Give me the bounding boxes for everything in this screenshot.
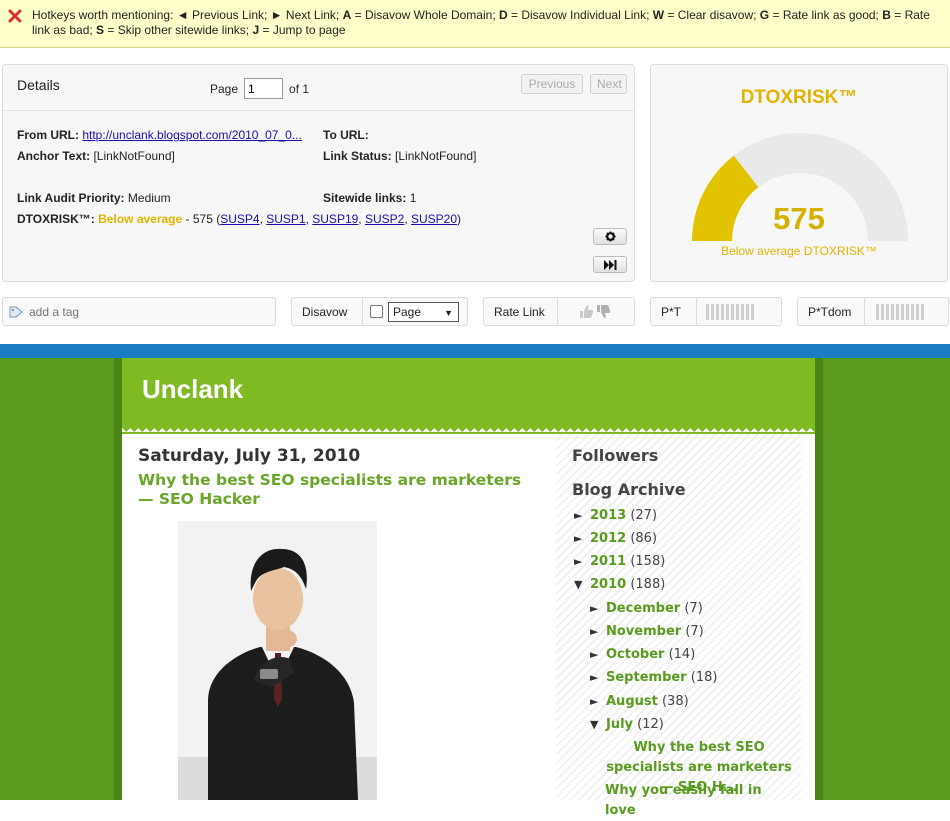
details-title: Details [17, 77, 60, 93]
archive-month[interactable]: ▼ July (12) [590, 717, 664, 732]
blog-sidebar: Followers Blog Archive ► 2013 (27) ► 2012 … [556, 434, 801, 818]
blog-title[interactable]: Unclank [142, 374, 243, 405]
susp-link[interactable]: SUSP20 [411, 212, 457, 226]
pager: Page of 1 [210, 78, 309, 99]
archive-month[interactable]: ► December (7) [590, 601, 703, 616]
ptdom-control: P*Tdom [797, 297, 949, 326]
thumbs-down-icon[interactable] [596, 304, 611, 319]
details-header: Details Page of 1 Previous Next [3, 65, 634, 111]
anchor-text-row: Anchor Text: [LinkNotFound] [17, 149, 175, 163]
previous-button[interactable]: Previous [521, 74, 583, 94]
next-button[interactable]: Next [590, 74, 627, 94]
archive-heading: Blog Archive [572, 480, 686, 499]
dtoxrisk-caption: Below average DTOXRISK™ [721, 244, 877, 258]
settings-button[interactable] [593, 228, 627, 245]
divider [696, 298, 697, 325]
dropdown-arrow-icon: ▼ [444, 308, 453, 318]
expand-arrow-icon[interactable]: ► [574, 509, 590, 522]
from-url-link[interactable]: http://unclank.blogspot.com/2010_07_0... [82, 128, 302, 142]
from-url-row: From URL: http://unclank.blogspot.com/20… [17, 128, 302, 142]
dtoxrisk-title: DTOXRISK™ [740, 87, 858, 108]
hotkeys-text: Hotkeys worth mentioning: ◄ Previous Lin… [32, 8, 930, 37]
dtoxrisk-value: 575 [773, 201, 825, 236]
expand-arrow-icon[interactable]: ► [590, 671, 606, 684]
collapse-arrow-icon[interactable]: ▼ [590, 718, 606, 731]
ptdom-meter [876, 304, 924, 320]
divider-bar [0, 344, 950, 358]
blog-shadow-left [114, 358, 122, 800]
gear-icon [604, 231, 616, 242]
dtox-row: DTOXRISK™: Below average - 575 (SUSP4, S… [17, 212, 462, 226]
thumbs-up-icon[interactable] [579, 304, 594, 319]
skip-to-end-button[interactable] [593, 256, 627, 273]
post-date: Saturday, July 31, 2010 [138, 446, 361, 466]
expand-arrow-icon[interactable]: ► [574, 532, 590, 545]
divider [864, 298, 865, 325]
pt-meter [706, 304, 754, 320]
hotkeys-bar: Hotkeys worth mentioning: ◄ Previous Lin… [0, 0, 950, 48]
disavow-scope-select[interactable]: Page ▼ [388, 302, 459, 322]
susp-link[interactable]: SUSP19 [312, 212, 358, 226]
blog-header: Unclank [122, 358, 815, 424]
archive-month[interactable]: ► October (14) [590, 647, 695, 662]
archive-year[interactable]: ► 2012 (86) [574, 531, 657, 546]
expand-arrow-icon[interactable]: ► [590, 625, 606, 638]
page-label: Page [210, 81, 239, 96]
header-border [122, 424, 815, 434]
susp-link[interactable]: SUSP2 [365, 212, 404, 226]
disavow-checkbox[interactable] [370, 305, 383, 318]
post-photo [178, 521, 377, 800]
susp-link[interactable]: SUSP4 [220, 212, 259, 226]
close-icon[interactable] [8, 9, 22, 23]
divider [557, 298, 558, 325]
tag-field[interactable] [2, 297, 276, 326]
tag-input[interactable] [29, 304, 259, 319]
archive-year[interactable]: ► 2013 (27) [574, 508, 657, 523]
archive-month[interactable]: ► November (7) [590, 624, 704, 639]
archive-year[interactable]: ► 2011 (158) [574, 554, 665, 569]
skip-forward-icon [603, 259, 616, 270]
page-of-label: of 1 [289, 81, 310, 96]
person-photo [178, 521, 377, 800]
blog-content: Saturday, July 31, 2010 Why the best SEO… [122, 434, 815, 818]
to-url-row: To URL: [323, 128, 369, 142]
archive-month[interactable]: ► September (18) [590, 670, 717, 685]
ptdom-label: P*Tdom [808, 305, 852, 319]
archive-month[interactable]: ► August (38) [590, 694, 689, 709]
rate-link-label: Rate Link [494, 305, 545, 319]
archive-year[interactable]: ▼ 2010 (188) [574, 577, 665, 592]
details-panel: Details Page of 1 Previous Next From URL… [2, 64, 635, 282]
priority-row: Link Audit Priority: Medium [17, 191, 171, 205]
disavow-control: Disavow Page ▼ [291, 297, 468, 326]
page-input[interactable] [244, 78, 284, 99]
expand-arrow-icon[interactable]: ► [590, 602, 606, 615]
susp-link[interactable]: SUSP1 [266, 212, 305, 226]
divider [362, 298, 363, 325]
followers-heading: Followers [572, 446, 659, 465]
expand-arrow-icon[interactable]: ► [574, 555, 590, 568]
tag-icon [9, 306, 23, 317]
pt-control: P*T [650, 297, 782, 326]
expand-arrow-icon[interactable]: ► [590, 648, 606, 661]
dtoxrisk-panel: DTOXRISK™ 575 Below average DTOXRISK™ [650, 64, 948, 282]
pt-label: P*T [661, 305, 682, 319]
collapse-arrow-icon[interactable]: ▼ [574, 578, 590, 591]
post-title[interactable]: Why the best SEO specialists are markete… [138, 471, 538, 509]
link-status-row: Link Status: [LinkNotFound] [323, 149, 477, 163]
expand-arrow-icon[interactable]: ► [590, 695, 606, 708]
blog-shadow-right [815, 358, 823, 800]
rate-link-control: Rate Link [483, 297, 635, 326]
archive-post-link[interactable]: Why you easily fall in love [605, 781, 795, 821]
sitewide-row: Sitewide links: 1 [323, 191, 417, 205]
disavow-label: Disavow [302, 305, 348, 319]
